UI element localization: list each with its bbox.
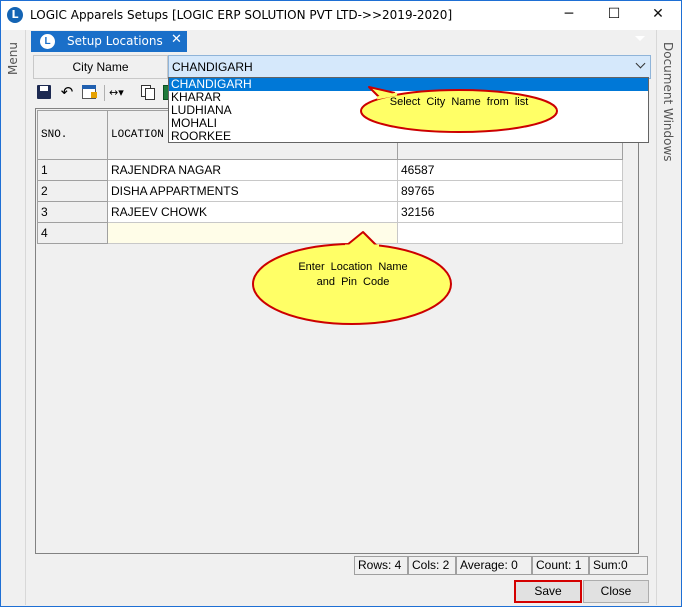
- app-logo-icon: L: [40, 34, 55, 49]
- pin-code-cell[interactable]: 89765: [397, 180, 623, 202]
- column-header-sno[interactable]: SNO.: [37, 110, 108, 160]
- chevron-down-icon[interactable]: [635, 58, 646, 69]
- copy-icon[interactable]: [139, 84, 157, 101]
- tab-list-dropdown-icon[interactable]: [635, 36, 645, 41]
- menu-label[interactable]: Menu: [6, 42, 20, 75]
- minimize-button[interactable]: ─: [546, 1, 592, 30]
- row-number-cell[interactable]: 2: [37, 180, 108, 202]
- status-bar: Rows: 4 Cols: 2 Average: 0 Count: 1 Sum:…: [354, 556, 648, 576]
- status-rows: Rows: 4: [354, 556, 408, 575]
- window-title: LOGIC Apparels Setups [LOGIC ERP SOLUTIO…: [30, 8, 453, 22]
- enter-location-callout-text: Enter Location Name and Pin Code: [298, 261, 408, 288]
- tab-close-icon[interactable]: ✕: [171, 32, 182, 47]
- pin-code-cell[interactable]: 32156: [397, 201, 623, 223]
- location-cell[interactable]: RAJEEV CHOWK: [107, 201, 398, 223]
- row-number-cell[interactable]: 1: [37, 159, 108, 181]
- save-icon[interactable]: [36, 84, 54, 101]
- resize-columns-icon[interactable]: ↔▾: [109, 84, 133, 101]
- city-name-row: City Name CHANDIGARH: [33, 55, 653, 79]
- select-city-callout: Select City Name from list: [359, 85, 559, 137]
- setup-locations-panel: City Name CHANDIGARH CHANDIGARH KHARAR L…: [27, 52, 655, 605]
- toolbar-separator: [104, 85, 105, 101]
- tab-setup-locations[interactable]: L Setup Locations ✕: [31, 31, 187, 52]
- undo-icon[interactable]: ↶: [58, 84, 76, 101]
- save-button[interactable]: Save: [514, 580, 582, 603]
- document-windows-label[interactable]: Document Windows: [661, 42, 675, 162]
- city-name-value: CHANDIGARH: [172, 60, 253, 74]
- table-row: 3 RAJEEV CHOWK 32156: [37, 201, 623, 223]
- select-city-callout-text: Select City Name from list: [389, 96, 529, 108]
- document-windows-strip[interactable]: Document Windows: [656, 30, 681, 605]
- title-bar: L LOGIC Apparels Setups [LOGIC ERP SOLUT…: [1, 1, 681, 30]
- city-name-label-box: City Name: [33, 55, 168, 79]
- maximize-button[interactable]: ☐: [591, 1, 637, 30]
- app-window: L LOGIC Apparels Setups [LOGIC ERP SOLUT…: [0, 0, 682, 607]
- tab-bar: L Setup Locations ✕: [27, 30, 655, 52]
- calendar-icon[interactable]: [80, 84, 98, 101]
- city-name-label: City Name: [72, 60, 129, 74]
- menu-panel-strip[interactable]: Menu: [2, 30, 26, 605]
- table-row: 2 DISHA APPARTMENTS 89765: [37, 180, 623, 202]
- pin-code-cell[interactable]: 46587: [397, 159, 623, 181]
- enter-location-callout: Enter Location Name and Pin Code: [251, 222, 453, 326]
- app-logo-icon: L: [7, 7, 23, 23]
- location-cell[interactable]: RAJENDRA NAGAR: [107, 159, 398, 181]
- row-number-cell[interactable]: 4: [37, 222, 108, 244]
- table-row: 1 RAJENDRA NAGAR 46587: [37, 159, 623, 181]
- close-button[interactable]: Close: [583, 580, 649, 603]
- city-name-combobox[interactable]: CHANDIGARH: [168, 55, 651, 79]
- status-sum: Sum:0: [589, 556, 648, 575]
- status-average: Average: 0: [456, 556, 532, 575]
- close-window-button[interactable]: ✕: [635, 1, 681, 30]
- location-cell[interactable]: DISHA APPARTMENTS: [107, 180, 398, 202]
- status-count: Count: 1: [532, 556, 589, 575]
- tab-label: Setup Locations: [67, 34, 163, 48]
- status-cols: Cols: 2: [408, 556, 456, 575]
- row-number-cell[interactable]: 3: [37, 201, 108, 223]
- locations-grid[interactable]: SNO. LOCATION 1 RAJENDRA NAGAR 46587 2 D…: [35, 108, 639, 554]
